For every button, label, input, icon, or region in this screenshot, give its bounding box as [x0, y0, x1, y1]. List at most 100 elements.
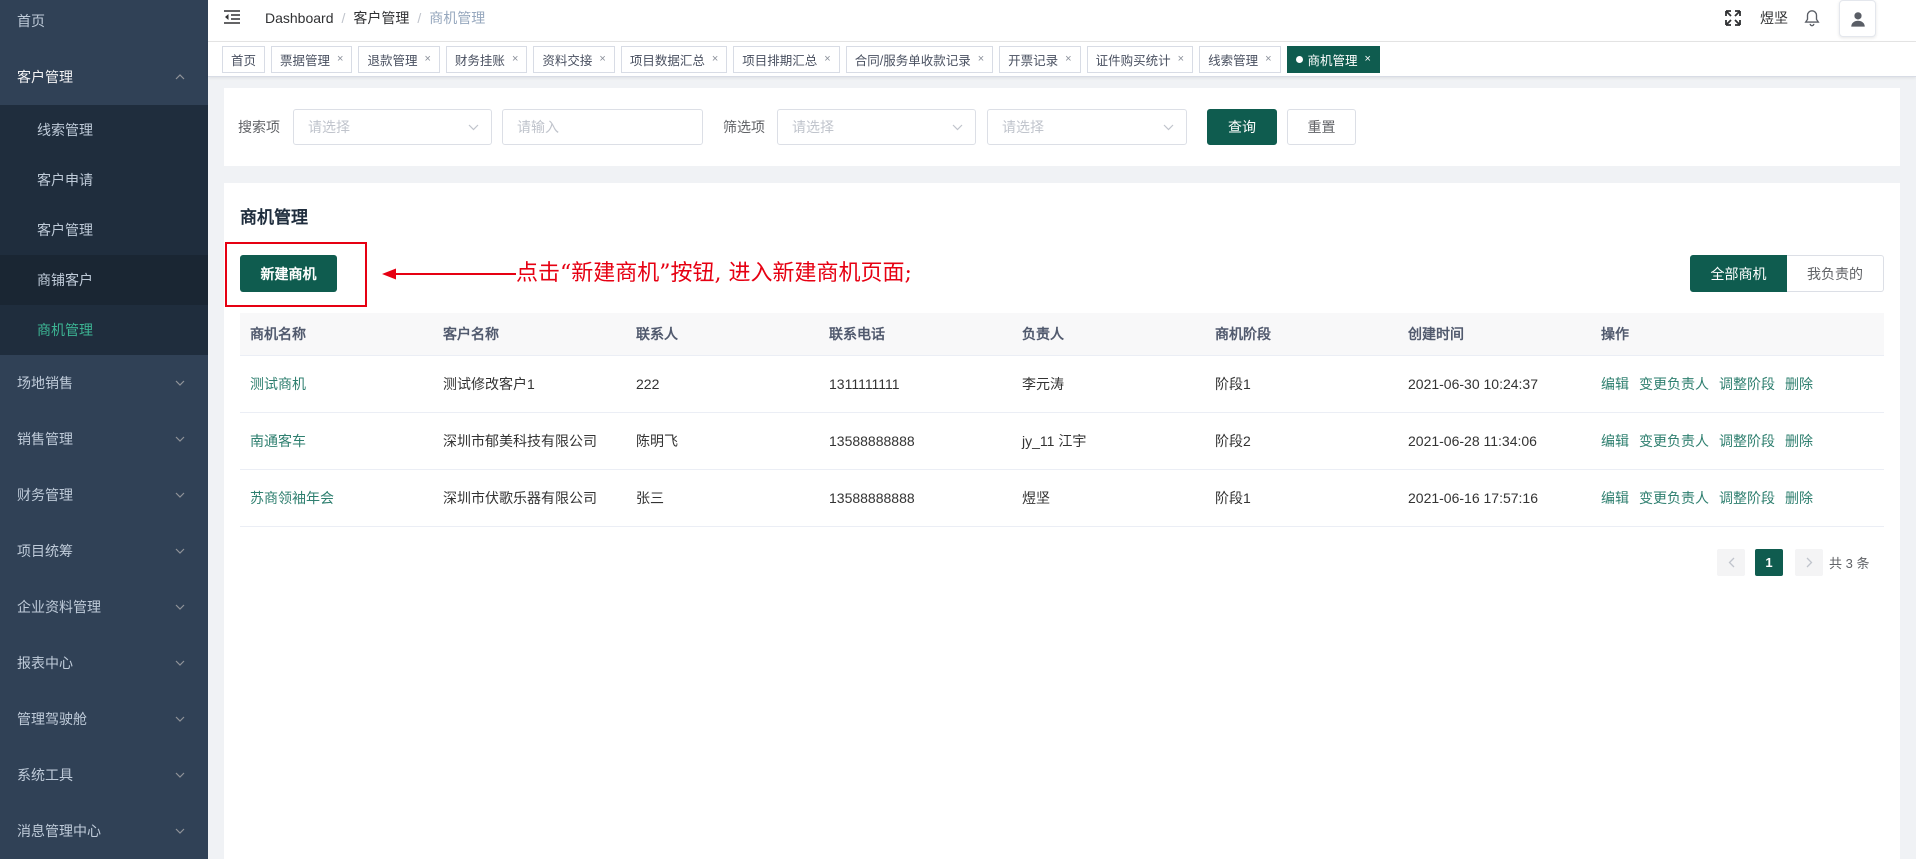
sidebar-item-system-tools[interactable]: 系统工具 [0, 747, 208, 803]
tag-home[interactable]: 首页 [222, 46, 266, 73]
delete-link[interactable]: 删除 [1785, 376, 1813, 392]
cell-phone: 13588888888 [819, 469, 1012, 527]
prev-page-button[interactable] [1717, 548, 1745, 576]
sidebar-item-customer-management[interactable]: 客户管理 [0, 49, 208, 105]
sidebar-item-leads[interactable]: 线索管理 [0, 105, 208, 155]
breadcrumb: Dashboard / 客户管理 / 商机管理 [265, 9, 485, 27]
cell-name: 苏商领袖年会 [240, 469, 433, 527]
sidebar-item-label: 财务管理 [17, 487, 73, 503]
close-icon[interactable] [824, 54, 830, 65]
tag-leads[interactable]: 线索管理 [1199, 46, 1281, 73]
tag-payment-records[interactable]: 合同/服务单收款记录 [845, 46, 994, 73]
adjust-stage-link[interactable]: 调整阶段 [1719, 433, 1775, 449]
breadcrumb-separator: / [341, 10, 346, 26]
bell-icon[interactable] [1803, 9, 1821, 27]
breadcrumb-parent[interactable]: 客户管理 [353, 9, 409, 27]
opportunity-name-link[interactable]: 南通客车 [250, 433, 306, 449]
delete-link[interactable]: 删除 [1785, 433, 1813, 449]
tag-label: 退款管理 [367, 54, 418, 68]
sidebar-item-enterprise-data[interactable]: 企业资料管理 [0, 579, 208, 635]
reset-button[interactable]: 重置 [1287, 109, 1356, 145]
adjust-stage-link[interactable]: 调整阶段 [1719, 490, 1775, 506]
tags-view: 首页 票据管理 退款管理 财务挂账 资料交接 项目数据汇总 项目排期汇总 合同/… [208, 42, 1916, 77]
sidebar-item-label: 管理驾驶舱 [17, 711, 87, 727]
sidebar-item-management-cockpit[interactable]: 管理驾驶舱 [0, 691, 208, 747]
close-icon[interactable] [424, 54, 430, 65]
filter-select-2[interactable]: 请选择 [987, 109, 1187, 145]
pagination-total: 共 3 条 [1829, 555, 1870, 571]
change-owner-link[interactable]: 变更负责人 [1639, 376, 1709, 392]
sidebar-item-message-center[interactable]: 消息管理中心 [0, 803, 208, 859]
sidebar-item-label: 系统工具 [17, 767, 73, 783]
tag-refunds[interactable]: 退款管理 [358, 46, 440, 73]
filter-label: 筛选项 [723, 119, 765, 135]
sidebar-item-opportunities[interactable]: 商机管理 [0, 305, 208, 355]
sidebar: 首页 客户管理 线索管理 客户申请 客户管理 商铺客户 商机管理 场地销售 销售… [0, 0, 208, 859]
close-icon[interactable] [1265, 54, 1271, 65]
tag-project-data-summary[interactable]: 项目数据汇总 [620, 46, 728, 73]
chevron-down-icon [1163, 124, 1174, 131]
sidebar-item-home[interactable]: 首页 [0, 0, 208, 49]
edit-link[interactable]: 编辑 [1601, 376, 1629, 392]
page-number-current[interactable]: 1 [1755, 548, 1783, 576]
sidebar-item-label: 报表中心 [17, 655, 73, 671]
filter-select-1[interactable]: 请选择 [777, 109, 976, 145]
chevron-down-icon [468, 124, 479, 131]
tab-all-opportunities[interactable]: 全部商机 [1690, 255, 1787, 292]
cell-owner: 李元涛 [1012, 355, 1205, 413]
change-owner-link[interactable]: 变更负责人 [1639, 490, 1709, 506]
tag-label: 票据管理 [280, 54, 331, 68]
column-header: 操作 [1591, 313, 1884, 356]
close-icon[interactable] [1365, 54, 1371, 65]
tag-finance-pending[interactable]: 财务挂账 [445, 46, 528, 73]
tag-bills[interactable]: 票据管理 [271, 46, 353, 73]
delete-link[interactable]: 删除 [1785, 490, 1813, 506]
opportunity-name-link[interactable]: 测试商机 [250, 376, 306, 392]
chevron-up-icon [175, 74, 185, 80]
tag-label: 财务挂账 [454, 54, 505, 68]
change-owner-link[interactable]: 变更负责人 [1639, 433, 1709, 449]
user-name[interactable]: 煜坚 [1760, 9, 1788, 27]
close-icon[interactable] [512, 54, 518, 65]
tag-label: 商机管理 [1307, 54, 1358, 68]
tab-my-opportunities[interactable]: 我负责的 [1787, 255, 1884, 292]
top-navbar: Dashboard / 客户管理 / 商机管理 煜坚 [208, 0, 1916, 42]
tag-invoice-records[interactable]: 开票记录 [999, 46, 1081, 73]
sidebar-item-label: 商铺客户 [37, 272, 93, 288]
close-icon[interactable] [1178, 54, 1184, 65]
opportunity-name-link[interactable]: 苏商领袖年会 [250, 490, 334, 506]
search-field-select[interactable]: 请选择 [293, 109, 492, 145]
fullscreen-icon[interactable] [1724, 9, 1742, 27]
close-icon[interactable] [978, 54, 984, 65]
tag-project-schedule-summary[interactable]: 项目排期汇总 [733, 46, 840, 73]
sidebar-item-report-center[interactable]: 报表中心 [0, 635, 208, 691]
sidebar-item-venue-sales[interactable]: 场地销售 [0, 355, 208, 411]
tag-certificate-stats[interactable]: 证件购买统计 [1086, 46, 1194, 73]
hamburger-icon[interactable] [224, 10, 241, 24]
close-icon[interactable] [712, 54, 718, 65]
breadcrumb-home[interactable]: Dashboard [265, 9, 334, 27]
edit-link[interactable]: 编辑 [1601, 433, 1629, 449]
tag-opportunities[interactable]: 商机管理 [1286, 46, 1380, 73]
chevron-down-icon [952, 124, 963, 131]
sidebar-item-label: 消息管理中心 [17, 823, 101, 839]
sidebar-item-customer-list[interactable]: 客户管理 [0, 205, 208, 255]
close-icon[interactable] [599, 54, 605, 65]
chevron-down-icon [175, 716, 185, 722]
tag-handover[interactable]: 资料交接 [533, 46, 615, 73]
next-page-button[interactable] [1795, 548, 1823, 576]
close-icon[interactable] [1065, 54, 1071, 65]
cell-customer: 测试修改客户1 [433, 355, 626, 413]
search-input[interactable] [502, 109, 703, 145]
edit-link[interactable]: 编辑 [1601, 490, 1629, 506]
sidebar-item-project-coordination[interactable]: 项目统筹 [0, 523, 208, 579]
sidebar-item-customer-application[interactable]: 客户申请 [0, 155, 208, 205]
avatar[interactable] [1839, 0, 1876, 37]
sidebar-item-shop-customers[interactable]: 商铺客户 [0, 255, 208, 305]
adjust-stage-link[interactable]: 调整阶段 [1719, 376, 1775, 392]
sidebar-item-finance-management[interactable]: 财务管理 [0, 467, 208, 523]
close-icon[interactable] [337, 54, 343, 65]
query-button[interactable]: 查询 [1207, 109, 1277, 145]
sidebar-item-sales-management[interactable]: 销售管理 [0, 411, 208, 467]
sidebar-item-label: 商机管理 [37, 322, 93, 338]
